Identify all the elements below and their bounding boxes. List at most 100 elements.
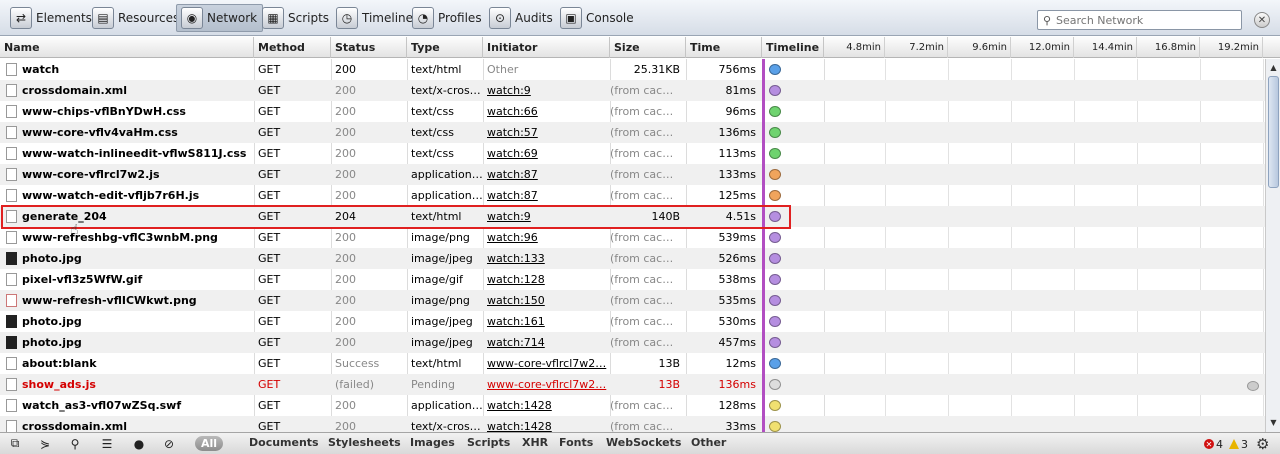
table-row[interactable]: photo.jpg GET 200 image/jpeg watch:133 (from … <box>0 248 1265 269</box>
table-row[interactable]: www-refresh-vflICWkwt.png GET 200 image/png… <box>0 290 1265 311</box>
audits-icon: ⊙ <box>489 7 511 29</box>
table-row[interactable]: watch GET 200 text/html Other 25.31KB 756ms <box>0 59 1265 80</box>
cell-initiator[interactable]: www-core-vflrcl7w2… <box>483 374 610 395</box>
table-row[interactable]: www-refreshbg-vflC3wnbM.png GET 200 image/p… <box>0 227 1265 248</box>
cell-initiator[interactable]: watch:161 <box>483 311 610 332</box>
cell-initiator[interactable]: watch:1428 <box>483 395 610 416</box>
col-method-header[interactable]: Method <box>254 37 331 58</box>
cell-time: 133ms <box>718 168 756 181</box>
cell-initiator[interactable]: watch:150 <box>483 290 610 311</box>
scrollbar-thumb[interactable] <box>1268 76 1279 188</box>
filter-fonts[interactable]: Fonts <box>559 433 593 454</box>
cell-size: (from cache) <box>610 252 681 265</box>
cell-initiator[interactable]: watch:1428 <box>483 416 610 432</box>
table-row[interactable]: generate_204 GET 204 text/html watch:9 140B 4.… <box>0 206 1265 227</box>
table-row[interactable]: photo.jpg GET 200 image/jpeg watch:714 (from … <box>0 332 1265 353</box>
filter-websockets[interactable]: WebSockets <box>606 433 681 454</box>
timeline-bar[interactable] <box>769 274 781 285</box>
col-timeline-header[interactable]: Timeline <box>762 37 824 58</box>
table-row[interactable]: www-core-vflrcl7w2.js GET 200 application/…… <box>0 164 1265 185</box>
timeline-bar[interactable] <box>769 358 781 369</box>
filter-xhr[interactable]: XHR <box>522 433 548 454</box>
table-row[interactable]: about:blank GET Success text/html www-core-v… <box>0 353 1265 374</box>
timeline-bar[interactable] <box>769 337 781 348</box>
table-row[interactable]: www-watch-inlineedit-vflwS811J.css GET 200… <box>0 143 1265 164</box>
timeline-bar[interactable] <box>769 64 781 75</box>
cell-type: text/html <box>411 357 462 370</box>
vertical-scrollbar[interactable]: ▲ ▼ <box>1265 59 1280 432</box>
timeline-bar[interactable] <box>769 400 781 411</box>
timeline-bar[interactable] <box>769 148 781 159</box>
cell-initiator[interactable]: watch:69 <box>483 143 610 164</box>
scroll-up-icon[interactable]: ▲ <box>1267 61 1280 74</box>
timeline-bar[interactable] <box>769 232 781 243</box>
col-type-header[interactable]: Type <box>407 37 483 58</box>
scroll-down-icon[interactable]: ▼ <box>1267 416 1280 429</box>
cell-initiator[interactable]: watch:133 <box>483 248 610 269</box>
cell-initiator[interactable]: watch:9 <box>483 206 610 227</box>
filter-all-button[interactable]: All <box>195 436 223 451</box>
timeline-bar[interactable] <box>769 127 781 138</box>
console-drawer-icon[interactable]: ⋟ <box>34 435 56 452</box>
timeline-bar[interactable] <box>769 253 781 264</box>
timeline-bar[interactable] <box>769 379 781 390</box>
col-name-header[interactable]: Name <box>0 37 254 58</box>
filter-stylesheets[interactable]: Stylesheets <box>328 433 401 454</box>
tab-resources[interactable]: ▤ Resources <box>88 4 184 32</box>
filter-documents[interactable]: Documents <box>249 433 319 454</box>
table-row[interactable]: www-watch-edit-vfljb7r6H.js GET 200 applica… <box>0 185 1265 206</box>
close-icon[interactable]: ✕ <box>1254 12 1270 28</box>
timeline-bar[interactable] <box>769 211 781 222</box>
timeline-bar[interactable] <box>769 295 781 306</box>
cell-initiator[interactable]: watch:714 <box>483 332 610 353</box>
timeline-bar[interactable] <box>769 421 781 432</box>
search-icon[interactable]: ⚲ <box>64 435 86 452</box>
table-row[interactable]: show_ads.js GET (failed) Pending www-core-vf… <box>0 374 1265 395</box>
cell-initiator[interactable]: watch:9 <box>483 80 610 101</box>
error-warning-counter[interactable]: ✕ 4 3 <box>1204 437 1248 451</box>
tab-elements[interactable]: ⇄ Elements <box>6 4 97 32</box>
table-row[interactable]: photo.jpg GET 200 image/jpeg watch:161 (from … <box>0 311 1265 332</box>
tab-timeline[interactable]: ◷ Timeline <box>332 4 418 32</box>
col-size-header[interactable]: Size <box>610 37 686 58</box>
table-row[interactable]: www-core-vflv4vaHm.css GET 200 text/css watc… <box>0 122 1265 143</box>
cell-initiator[interactable]: watch:87 <box>483 185 610 206</box>
table-row[interactable]: crossdomain.xml GET 200 text/x-cros… watch:9… <box>0 80 1265 101</box>
col-initiator-header[interactable]: Initiator <box>483 37 610 58</box>
search-input[interactable] <box>1056 13 1236 27</box>
filter-images[interactable]: Images <box>410 433 455 454</box>
cell-name: watch_as3-vfl07wZSq.swf <box>22 399 182 412</box>
tab-profiles[interactable]: ◔ Profiles <box>408 4 487 32</box>
timeline-bar[interactable] <box>769 85 781 96</box>
list-view-icon[interactable]: ☰ <box>96 435 118 452</box>
table-row[interactable]: crossdomain.xml GET 200 text/x-cros… watch:1… <box>0 416 1265 432</box>
gear-icon[interactable]: ⚙ <box>1256 435 1269 453</box>
record-icon[interactable]: ● <box>128 435 150 452</box>
table-row[interactable]: www-chips-vflBnYDwH.css GET 200 text/css wat… <box>0 101 1265 122</box>
filter-other[interactable]: Other <box>691 433 726 454</box>
clear-icon[interactable]: ⊘ <box>158 435 180 452</box>
col-status-header[interactable]: Status <box>331 37 407 58</box>
table-row[interactable]: pixel-vfl3z5WfW.gif GET 200 image/gif watch:… <box>0 269 1265 290</box>
cell-initiator[interactable]: watch:57 <box>483 122 610 143</box>
cell-initiator[interactable]: watch:66 <box>483 101 610 122</box>
cell-initiator[interactable]: watch:96 <box>483 227 610 248</box>
col-time-header[interactable]: Time <box>686 37 762 58</box>
timeline-bar[interactable] <box>769 316 781 327</box>
tab-audits[interactable]: ⊙ Audits <box>485 4 558 32</box>
cell-initiator[interactable]: www-core-vflrcl7w2… <box>483 353 610 374</box>
timeline-bar[interactable] <box>769 190 781 201</box>
cell-name: about:blank <box>22 357 97 370</box>
timeline-bar[interactable] <box>769 106 781 117</box>
cell-initiator[interactable]: watch:87 <box>483 164 610 185</box>
search-box[interactable]: ⚲ <box>1037 10 1242 30</box>
timeline-bar[interactable] <box>769 169 781 180</box>
tab-console[interactable]: ▣ Console <box>556 4 639 32</box>
filter-scripts[interactable]: Scripts <box>467 433 510 454</box>
cell-initiator[interactable]: watch:128 <box>483 269 610 290</box>
tab-scripts[interactable]: ▦ Scripts <box>258 4 334 32</box>
cell-time: 530ms <box>718 315 756 328</box>
table-row[interactable]: watch_as3-vfl07wZSq.swf GET 200 application… <box>0 395 1265 416</box>
tab-network[interactable]: ◉ Network <box>176 4 264 32</box>
dock-icon[interactable]: ⧉ <box>4 435 26 452</box>
